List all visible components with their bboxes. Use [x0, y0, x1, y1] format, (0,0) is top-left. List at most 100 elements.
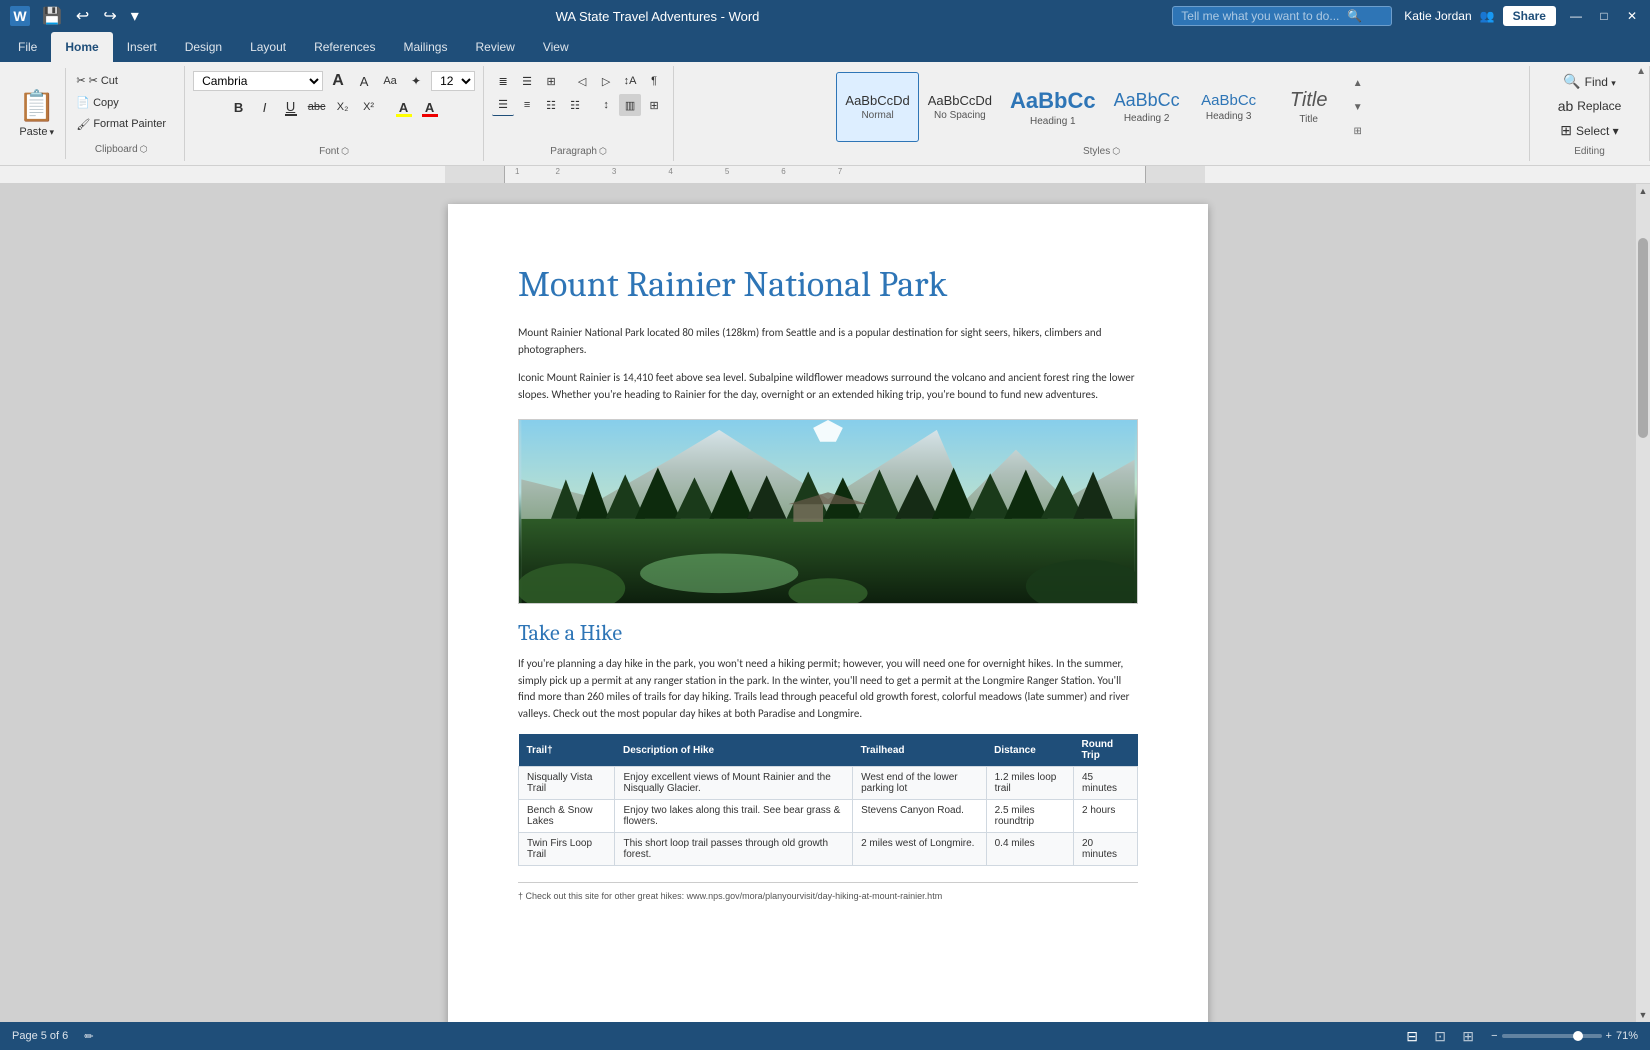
share-button[interactable]: Share — [1503, 6, 1556, 26]
styles-scroll-up-button[interactable]: ▲ — [1349, 74, 1367, 92]
line-spacing-button[interactable]: ↕ — [595, 94, 617, 116]
tab-view[interactable]: View — [529, 32, 583, 62]
clipboard-group-label: Clipboard ⬡ — [72, 142, 170, 155]
ribbon-tab-row: File Home Insert Design Layout Reference… — [0, 32, 1650, 62]
multilevel-list-button[interactable]: ⊞ — [540, 70, 562, 92]
select-button[interactable]: ⊞ Select ▾ — [1554, 119, 1624, 142]
table-row: Twin Firs Loop Trail This short loop tra… — [519, 833, 1138, 866]
change-case-button[interactable]: Aa — [379, 70, 401, 92]
style-no-spacing-item[interactable]: AaBbCcDd No Spacing — [919, 72, 1001, 142]
share-people-icon: 👥 — [1480, 9, 1495, 23]
grow-font-button[interactable]: A — [327, 70, 349, 92]
copy-button[interactable]: 📄 Copy — [72, 94, 170, 111]
align-left-button[interactable]: ☰ — [492, 94, 514, 116]
strikethrough-button[interactable]: abc — [306, 96, 328, 118]
document-image — [518, 419, 1138, 604]
left-margin — [0, 184, 20, 1022]
shrink-font-button[interactable]: A — [353, 70, 375, 92]
user-name[interactable]: Katie Jordan — [1404, 9, 1471, 23]
style-normal-item[interactable]: AaBbCcDd Normal — [836, 72, 918, 142]
document-area: Mount Rainier National Park Mount Rainie… — [0, 184, 1650, 1022]
scroll-down-button[interactable]: ▼ — [1636, 1008, 1650, 1022]
tab-home[interactable]: Home — [51, 32, 112, 62]
format-painter-button[interactable]: 🖌 Format Painter — [72, 116, 170, 133]
align-right-button[interactable]: ☷ — [540, 94, 562, 116]
app-title: WA State Travel Adventures - Word — [556, 9, 760, 24]
font-size-select[interactable]: 12 — [431, 71, 475, 91]
increase-indent-button[interactable]: ▷ — [595, 70, 617, 92]
tab-layout[interactable]: Layout — [236, 32, 300, 62]
print-layout-view-button[interactable]: ⊟ — [1401, 1027, 1423, 1045]
undo-button[interactable]: ↩ — [72, 4, 93, 28]
style-heading1-preview: AaBbCc — [1010, 88, 1096, 114]
zoom-track[interactable] — [1502, 1034, 1602, 1038]
tab-mailings[interactable]: Mailings — [389, 32, 461, 62]
read-mode-view-button[interactable]: ⊞ — [1457, 1027, 1479, 1045]
superscript-button[interactable]: X² — [358, 96, 380, 118]
status-bar: Page 5 of 6 ✏ ⊟ ⊡ ⊞ − + 71% — [0, 1022, 1650, 1050]
style-heading3-item[interactable]: AaBbCc Heading 3 — [1189, 72, 1269, 142]
sort-button[interactable]: ↕A — [619, 70, 641, 92]
font-family-select[interactable]: Cambria — [193, 71, 323, 91]
underline-button[interactable]: U — [280, 96, 302, 118]
clear-formatting-button[interactable]: ✦ — [405, 70, 427, 92]
show-hide-button[interactable]: ¶ — [643, 70, 665, 92]
style-heading1-item[interactable]: AaBbCc Heading 1 — [1001, 72, 1105, 142]
tab-file[interactable]: File — [4, 32, 51, 62]
customize-quick-access-button[interactable]: ▾ — [127, 4, 143, 28]
scroll-up-button[interactable]: ▲ — [1636, 184, 1650, 198]
subscript-button[interactable]: X₂ — [332, 96, 354, 118]
italic-button[interactable]: I — [254, 96, 276, 118]
style-title-item[interactable]: Title Title — [1269, 72, 1349, 142]
vertical-scrollbar[interactable]: ▲ ▼ — [1636, 184, 1650, 1022]
scrollbar-thumb[interactable] — [1638, 238, 1648, 438]
decrease-indent-button[interactable]: ◁ — [571, 70, 593, 92]
zoom-in-button[interactable]: + — [1606, 1030, 1612, 1042]
trail-dist-1: 1.2 miles loop trail — [986, 767, 1073, 800]
title-bar-right: 🔍 Katie Jordan 👥 Share — □ ✕ — [1172, 6, 1640, 26]
find-button[interactable]: 🔍 Find ▾ — [1557, 70, 1622, 93]
table-header-row: Trail† Description of Hike Trailhead Dis… — [519, 734, 1138, 767]
text-color-button[interactable]: A — [419, 96, 441, 118]
copy-icon: 📄 — [76, 96, 90, 109]
numbering-button[interactable]: ☰ — [516, 70, 538, 92]
minimize-button[interactable]: — — [1568, 8, 1584, 24]
paste-button[interactable]: 📋 Paste ▾ — [8, 68, 66, 159]
redo-button[interactable]: ↪ — [99, 4, 120, 28]
replace-button[interactable]: ab Replace — [1552, 95, 1628, 117]
document-scroll-area[interactable]: Mount Rainier National Park Mount Rainie… — [20, 184, 1636, 1022]
font-row1: Cambria A A Aa ✦ 12 — [193, 70, 475, 92]
tab-design[interactable]: Design — [171, 32, 236, 62]
zoom-out-button[interactable]: − — [1491, 1030, 1497, 1042]
style-no-spacing-preview: AaBbCcDd — [928, 93, 992, 108]
ribbon-collapse-button[interactable]: ▲ — [1636, 66, 1646, 77]
style-heading2-item[interactable]: AaBbCc Heading 2 — [1105, 72, 1189, 142]
styles-scroll-down-button[interactable]: ▼ — [1349, 98, 1367, 116]
trail-name-1: Nisqually Vista Trail — [519, 767, 615, 800]
borders-button[interactable]: ⊞ — [643, 94, 665, 116]
cut-button[interactable]: ✂ ✂ Cut — [72, 72, 170, 89]
tab-insert[interactable]: Insert — [113, 32, 171, 62]
text-highlight-button[interactable]: A — [393, 96, 415, 118]
trail-desc-1: Enjoy excellent views of Mount Rainier a… — [615, 767, 853, 800]
style-heading3-preview: AaBbCc — [1201, 92, 1256, 109]
ruler: 1 2 3 4 5 6 7 — [0, 166, 1650, 184]
tab-review[interactable]: Review — [461, 32, 528, 62]
shading-button[interactable]: ▥ — [619, 94, 641, 116]
bold-button[interactable]: B — [228, 96, 250, 118]
editing-group: 🔍 Find ▾ ab Replace ⊞ Select ▾ Editing — [1530, 66, 1650, 161]
zoom-thumb[interactable] — [1573, 1031, 1583, 1041]
center-align-button[interactable]: ≡ — [516, 94, 538, 116]
maximize-button[interactable]: □ — [1596, 8, 1612, 24]
bullets-button[interactable]: ≣ — [492, 70, 514, 92]
save-button[interactable]: 💾 — [38, 4, 66, 28]
close-button[interactable]: ✕ — [1624, 8, 1640, 24]
tab-references[interactable]: References — [300, 32, 389, 62]
search-input[interactable] — [1181, 9, 1341, 23]
web-layout-view-button[interactable]: ⊡ — [1429, 1027, 1451, 1045]
ruler-numbers: 1 2 3 4 5 6 7 — [505, 167, 1145, 183]
styles-expand-button[interactable]: ⊞ — [1349, 122, 1367, 140]
col-roundtrip: Round Trip — [1073, 734, 1137, 767]
justify-button[interactable]: ☷ — [564, 94, 586, 116]
search-bar[interactable]: 🔍 — [1172, 6, 1392, 26]
